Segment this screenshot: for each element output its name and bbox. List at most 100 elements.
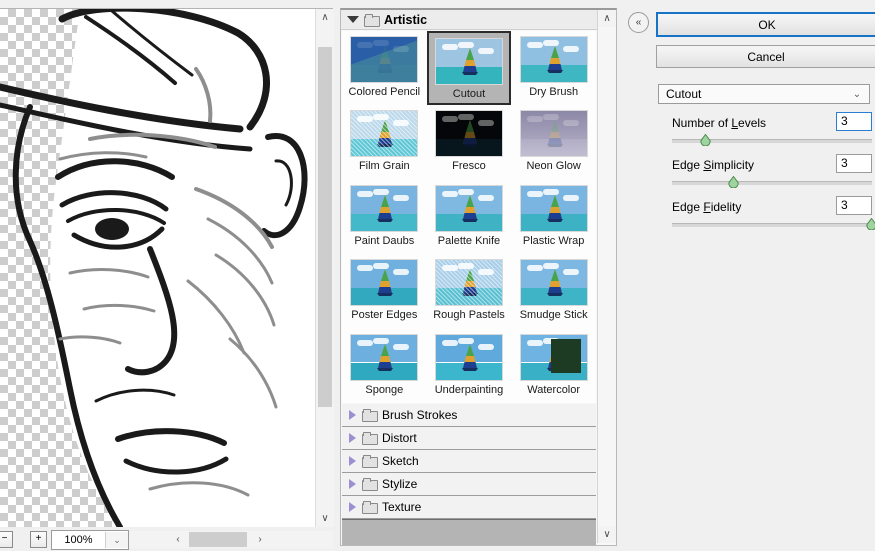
cancel-button[interactable]: Cancel [656, 45, 875, 68]
filter-label: Plastic Wrap [522, 234, 585, 247]
filter-select-dropdown[interactable]: Cutout ⌄ [658, 84, 870, 104]
scrollbar-thumb[interactable] [318, 47, 332, 407]
parameter-input-number-of-evels[interactable]: 3 [836, 112, 872, 131]
filter-label: Poster Edges [351, 309, 418, 322]
chevron-down-icon[interactable]: ⌄ [845, 85, 869, 103]
filter-thumb-cutout[interactable]: Cutout [426, 31, 512, 106]
chevron-right-icon[interactable] [349, 479, 356, 489]
chevron-right-icon[interactable] [349, 433, 356, 443]
label-suffix: idelity [710, 200, 742, 214]
label-accelerator: F [703, 200, 711, 214]
parameter-slider-knob[interactable] [866, 217, 875, 231]
zoom-in-button[interactable]: + [30, 531, 47, 548]
preview-pane: ∧ ∨ − + 100% ⌄ ‹ › [0, 0, 334, 551]
thumbnail-image [350, 110, 419, 158]
label-prefix: Number of [672, 116, 732, 130]
category-row-brush-strokes[interactable]: Brush Strokes [342, 404, 596, 427]
folder-icon [362, 455, 378, 468]
filter-gallery-dialog: ∧ ∨ − + 100% ⌄ ‹ › Artistic Colored Penc… [0, 0, 875, 551]
filter-thumb-plastic-wrap[interactable]: Plastic Wrap [511, 180, 596, 254]
thumbnail-image [519, 110, 588, 158]
scroll-down-arrow[interactable]: ∨ [316, 510, 334, 527]
chevron-right-icon[interactable] [349, 410, 356, 420]
scroll-right-arrow[interactable]: › [252, 531, 268, 548]
filter-label: Paint Daubs [354, 234, 415, 247]
category-header-artistic[interactable]: Artistic [341, 10, 597, 30]
ok-button[interactable]: OK [656, 12, 875, 37]
filter-label: Dry Brush [529, 86, 579, 98]
scroll-left-arrow[interactable]: ‹ [170, 531, 186, 548]
filter-label: Rough Pastels [433, 309, 505, 322]
parameter-slider-track[interactable] [672, 181, 872, 185]
parameter-row: Edge Fidelity 3 [648, 192, 875, 234]
filter-label: Palette Knife [437, 234, 501, 247]
parameter-slider-knob[interactable] [700, 133, 711, 147]
preview-canvas[interactable] [0, 9, 315, 527]
category-label: Sketch [382, 454, 419, 468]
preview-statusbar: − + 100% ⌄ ‹ › [0, 527, 333, 551]
folder-icon [362, 432, 378, 445]
filter-thumb-sponge[interactable]: Sponge [342, 329, 427, 403]
chevron-down-icon[interactable] [347, 16, 359, 23]
parameter-input-edge-implicity[interactable]: 3 [836, 154, 872, 173]
filter-thumb-dry-brush[interactable]: Dry Brush [511, 31, 596, 105]
preview-horizontal-scrollbar[interactable]: ‹ › [130, 531, 333, 548]
zoom-level-combobox[interactable]: 100% ⌄ [51, 530, 129, 550]
thumbnail-image [434, 259, 503, 307]
category-label: Texture [382, 500, 422, 514]
filter-thumb-underpainting[interactable]: Underpainting [427, 329, 512, 403]
label-suffix: evels [738, 116, 767, 130]
category-row-texture[interactable]: Texture [342, 496, 596, 519]
hscrollbar-thumb[interactable] [189, 532, 247, 547]
filter-label: Cutout [452, 88, 486, 100]
thumbnail-image [434, 110, 503, 158]
filter-thumb-smudge-stick[interactable]: Smudge Stick [511, 254, 596, 328]
chevron-down-icon[interactable]: ⌄ [105, 532, 128, 548]
thumbnail-image [519, 36, 588, 83]
filter-thumb-fresco[interactable]: Fresco [427, 105, 512, 179]
thumbnail-image [350, 259, 419, 307]
category-row-distort[interactable]: Distort [342, 427, 596, 450]
filter-thumb-rough-pastels[interactable]: Rough Pastels [427, 254, 512, 328]
category-row-sketch[interactable]: Sketch [342, 450, 596, 473]
parameter-slider-track[interactable] [672, 223, 872, 227]
filter-label: Watercolor [527, 383, 581, 396]
category-list-filler [342, 519, 596, 545]
parameter-slider-knob[interactable] [728, 175, 739, 189]
collapse-panel-button[interactable]: « [628, 12, 649, 33]
filter-browser-pane: Artistic Colored Pencil Cutout Dry Brush Fi… [340, 8, 617, 546]
thumbnail-image [434, 184, 503, 232]
thumbnail-image [519, 333, 588, 381]
category-row-stylize[interactable]: Stylize [342, 473, 596, 496]
scroll-up-arrow[interactable]: ∧ [316, 9, 334, 26]
filter-thumbnail-grid: Colored Pencil Cutout Dry Brush Film Grain F… [342, 31, 596, 403]
parameter-list: Number of Levels 3 Edge Simplicity 3 Edge Fi… [648, 108, 875, 234]
chevron-right-icon[interactable] [349, 502, 356, 512]
thumbnail-image [434, 38, 503, 85]
filter-thumb-watercolor[interactable]: Watercolor [511, 329, 596, 403]
parameter-label: Number of Levels [672, 116, 766, 130]
filter-thumb-paint-daubs[interactable]: Paint Daubs [342, 180, 427, 254]
filter-label: Sponge [365, 383, 404, 396]
filter-thumb-poster-edges[interactable]: Poster Edges [342, 254, 427, 328]
filter-thumb-palette-knife[interactable]: Palette Knife [427, 180, 512, 254]
thumbnail-image [350, 333, 419, 381]
filter-thumb-colored-pencil[interactable]: Colored Pencil [342, 31, 427, 105]
preview-vertical-scrollbar[interactable]: ∧ ∨ [315, 9, 334, 527]
label-prefix: Edge [672, 158, 704, 172]
scroll-down-arrow[interactable]: ∨ [598, 526, 616, 543]
filter-thumb-film-grain[interactable]: Film Grain [342, 105, 427, 179]
filter-thumb-neon-glow[interactable]: Neon Glow [511, 105, 596, 179]
filter-label: Colored Pencil [348, 86, 421, 98]
chevron-right-icon[interactable] [349, 456, 356, 466]
category-label: Distort [382, 431, 417, 445]
scroll-up-arrow[interactable]: ∧ [598, 10, 616, 27]
parameter-label: Edge Simplicity [672, 158, 754, 172]
zoom-out-button[interactable]: − [0, 531, 13, 548]
label-suffix: implicity [711, 158, 755, 172]
parameter-label: Edge Fidelity [672, 200, 741, 214]
filter-label: Neon Glow [526, 160, 581, 173]
parameter-input-edge-idelity[interactable]: 3 [836, 196, 872, 215]
collapsed-category-list: Brush Strokes Distort Sketch Stylize Texture [342, 404, 596, 524]
filter-browser-scrollbar[interactable]: ∧ ∨ [597, 10, 616, 543]
